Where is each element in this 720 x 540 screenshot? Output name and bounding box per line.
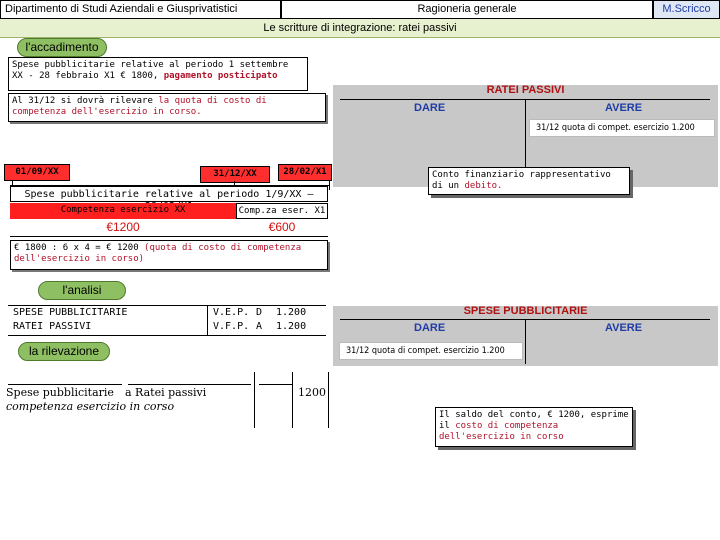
journal-col-1 bbox=[254, 372, 255, 428]
journal-amount: 1200 bbox=[298, 386, 326, 399]
ratei-dare-label: DARE bbox=[414, 102, 446, 114]
spese-avere-label: AVERE bbox=[605, 322, 643, 334]
competence-current-bar: Competenza esercizio XX bbox=[10, 203, 236, 219]
event-description-box: Spese pubblicitarie relative al periodo … bbox=[8, 57, 308, 91]
rilevazione-label: la rilevazione bbox=[18, 342, 110, 361]
date-mid-badge: 31/12/XX bbox=[200, 166, 270, 183]
analysis-side-2: A bbox=[256, 321, 263, 332]
spese-callout: Il saldo del conto, € 1200, esprime il c… bbox=[435, 407, 633, 447]
analysis-account-2: RATEI PASSIVI bbox=[13, 321, 92, 332]
spese-callout-highlight: costo di competenza dell'esercizio in co… bbox=[439, 421, 564, 442]
ratei-credit-entry: 31/12 quota di compet. esercizio 1.200 bbox=[529, 119, 715, 137]
analysis-type-1: V.E.P. bbox=[213, 307, 250, 318]
analysis-account-1: SPESE PUBBLICITARIE bbox=[13, 307, 128, 318]
ratei-ledger-title: RATEI PASSIVI bbox=[486, 84, 565, 96]
ratei-callout: Conto finanziario rappresentativo di un … bbox=[428, 167, 630, 195]
journal-description: competenza esercizio in corso bbox=[6, 400, 175, 413]
calculation-text: € 1800 : 6 x 4 = € 1200 bbox=[14, 243, 145, 253]
accadimento-label: l'accadimento bbox=[17, 38, 107, 57]
journal-credit-account: a Ratei passivi bbox=[125, 386, 207, 399]
analysis-side-1: D bbox=[256, 307, 263, 318]
amount-separator bbox=[10, 236, 328, 237]
author-name: M.Scricco bbox=[653, 0, 720, 19]
journal-line-mid bbox=[259, 384, 292, 385]
amount-next: €600 bbox=[268, 220, 296, 234]
rule-description-box: Al 31/12 si dovrà rilevare la quota di c… bbox=[8, 93, 326, 122]
timeline-tick-end bbox=[329, 181, 330, 190]
slide-title: Le scritture di integrazione: ratei pass… bbox=[0, 19, 720, 38]
event-payment-note: pagamento posticipato bbox=[163, 71, 278, 81]
spese-ledger-divider bbox=[525, 319, 526, 364]
ratei-callout-text: Conto finanziario rappresentativo di un bbox=[432, 170, 611, 191]
spese-dare-label: DARE bbox=[414, 322, 446, 334]
analisi-label: l'analisi bbox=[38, 281, 126, 300]
period-label: Spese pubblicitarie relative al periodo … bbox=[10, 186, 328, 212]
journal-line-debit bbox=[8, 384, 122, 385]
analysis-amount-1: 1.200 bbox=[276, 307, 307, 318]
journal-col-3 bbox=[328, 372, 329, 428]
spese-ledger-title: SPESE PUBBLICITARIE bbox=[463, 305, 588, 317]
date-start-badge: 01/09/XX bbox=[4, 164, 70, 181]
date-end-badge: 28/02/X1 bbox=[278, 164, 332, 181]
department-title: Dipartimento di Studi Aziendali e Giuspr… bbox=[0, 0, 281, 19]
ratei-avere-label: AVERE bbox=[605, 102, 643, 114]
journal-col-2 bbox=[292, 372, 293, 428]
analysis-type-2: V.F.P. bbox=[213, 321, 250, 332]
analysis-col-divider bbox=[207, 305, 208, 336]
amount-current: €1200 bbox=[106, 220, 140, 234]
analysis-amount-2: 1.200 bbox=[276, 321, 307, 332]
journal-debit-account: Spese pubblicitarie bbox=[6, 386, 114, 399]
rule-text: Al 31/12 si dovrà rilevare bbox=[12, 96, 159, 106]
course-title: Ragioneria generale bbox=[281, 0, 653, 19]
journal-line-credit bbox=[128, 384, 251, 385]
competence-next-bar: Comp.za eser. X1 bbox=[236, 203, 328, 219]
ratei-callout-highlight: debito. bbox=[464, 181, 503, 191]
spese-debit-entry: 31/12 quota di compet. esercizio 1.200 bbox=[339, 342, 523, 360]
calculation-box: € 1800 : 6 x 4 = € 1200 (quota di costo … bbox=[10, 240, 328, 270]
